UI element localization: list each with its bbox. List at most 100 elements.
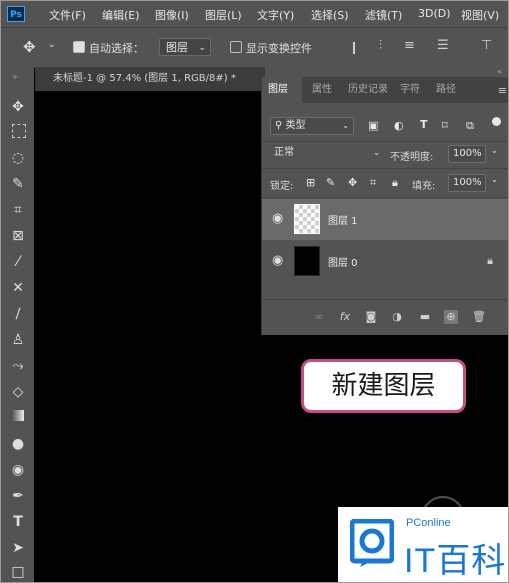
filter-kind-value: 类型 — [285, 120, 306, 131]
move-tool-icon[interactable]: ✥ — [10, 99, 26, 115]
filter-toggle-icon[interactable] — [492, 117, 501, 126]
tab-properties[interactable]: 属性 — [306, 77, 340, 103]
panel-menu-icon[interactable]: ≡ — [498, 84, 507, 97]
menu-type[interactable]: 文字(Y) — [257, 7, 294, 23]
auto-select-target-dropdown[interactable]: 图层 ⌄ — [159, 38, 211, 56]
dock-collapse-icon[interactable]: « — [497, 67, 502, 76]
pconline-logo-icon — [350, 519, 394, 567]
folder-icon[interactable]: ▬ — [418, 310, 432, 324]
tool-preset-chevron-icon[interactable]: ⌄ — [48, 40, 56, 50]
align-top-icon[interactable]: ☰ — [437, 38, 449, 53]
lock-icon: 🔒︎ — [487, 254, 493, 267]
brush-tool-icon[interactable]: ∕ — [10, 306, 26, 322]
layer-filter-row: ⚲ 类型 ⌄ ▣ ◐ T ⌑ ⧉ — [262, 111, 508, 142]
tab-paths[interactable]: 路径 — [430, 77, 466, 103]
layer-thumbnail — [294, 204, 320, 234]
toolbar-collapse-icon[interactable]: » — [7, 69, 23, 85]
menu-filter[interactable]: 滤镜(T) — [365, 7, 402, 23]
lock-all-icon[interactable]: 🔒︎ — [392, 176, 398, 190]
lock-position-icon[interactable]: ✥ — [348, 176, 357, 189]
layer-name[interactable]: 图层 1 — [328, 212, 358, 227]
healing-brush-tool-icon[interactable]: ✕ — [10, 280, 26, 296]
crop-tool-icon[interactable]: ⌗ — [10, 202, 26, 218]
menu-view[interactable]: 视图(V) — [461, 7, 499, 23]
fill-input[interactable]: 100% — [448, 174, 486, 192]
menu-3d[interactable]: 3D(D) — [418, 7, 451, 20]
align-left-icon[interactable] — [353, 42, 367, 54]
eye-icon[interactable]: ◉ — [272, 254, 286, 268]
photoshop-window: Ps 文件(F) 编辑(E) 图像(I) 图层(L) 文字(Y) 选择(S) 滤… — [0, 0, 509, 583]
move-tool-icon[interactable]: ✥ — [23, 38, 36, 56]
lock-image-icon[interactable]: ✎ — [326, 176, 335, 189]
layer-row[interactable]: ◉ 图层 0 🔒︎ — [262, 241, 508, 282]
trash-icon[interactable]: 🗑︎ — [472, 310, 486, 324]
menu-layer[interactable]: 图层(L) — [205, 7, 242, 23]
marquee-tool-icon[interactable] — [12, 124, 26, 138]
path-select-tool-icon[interactable]: ➤ — [10, 540, 26, 556]
align-vcenter-icon[interactable]: ⊤ — [481, 38, 492, 53]
filter-shape-icon[interactable]: ⌑ — [442, 119, 448, 132]
lock-artboard-icon[interactable]: ⌗ — [370, 176, 376, 190]
blend-mode-dropdown[interactable]: 正常 ⌄ — [270, 145, 382, 163]
options-bar: ✥ ⌄ 自动选择： 图层 ⌄ 显示变换控件 ⫶ ≡ ☰ ⊤ — [1, 27, 508, 68]
watermark-title: IT百科 — [404, 542, 507, 580]
history-brush-tool-icon[interactable]: ⤳ — [10, 358, 26, 374]
lock-transparency-icon[interactable]: ⊞ — [306, 176, 315, 189]
fx-icon[interactable]: fx — [338, 310, 352, 324]
photoshop-logo: Ps — [7, 6, 25, 22]
fill-label: 填充: — [412, 181, 436, 192]
checkbox-unchecked-icon — [230, 41, 242, 53]
align-center-icon[interactable]: ⫶ — [379, 38, 382, 53]
new-layer-icon[interactable]: ⊕ — [444, 310, 458, 324]
opacity-input[interactable]: 100% — [448, 145, 486, 163]
filter-kind-dropdown[interactable]: ⚲ 类型 ⌄ — [270, 117, 354, 135]
adjustment-icon[interactable]: ◑ — [390, 310, 404, 324]
type-tool-icon[interactable]: T — [10, 514, 26, 530]
blur-tool-icon[interactable]: ● — [10, 436, 26, 452]
tab-character[interactable]: 字符 — [394, 77, 430, 103]
auto-select-checkbox[interactable]: 自动选择： — [73, 40, 144, 56]
layer-name[interactable]: 图层 0 — [328, 254, 358, 269]
filter-smart-object-icon[interactable]: ⧉ — [466, 119, 474, 133]
document-tab-title: 未标题-1 @ 57.4% (图层 1, RGB/8#) * — [53, 73, 236, 84]
menu-file[interactable]: 文件(F) — [49, 7, 86, 23]
filter-adjustment-icon[interactable]: ◐ — [394, 119, 404, 132]
watermark-brand: PConline — [406, 517, 451, 529]
lock-fill-row: 锁定: ⊞ ✎ ✥ ⌗ 🔒︎ 填充: 100% ⌄ — [262, 169, 508, 198]
fill-value: 100% — [453, 177, 482, 188]
chevron-down-icon: ⌄ — [342, 121, 349, 130]
lasso-tool-icon[interactable]: ◌ — [10, 150, 26, 166]
opacity-chevron-icon[interactable]: ⌄ — [491, 146, 498, 155]
menu-edit[interactable]: 编辑(E) — [102, 7, 140, 23]
fill-chevron-icon[interactable]: ⌄ — [491, 175, 498, 184]
pconline-watermark: PConline IT百科 — [338, 507, 508, 582]
menu-select[interactable]: 选择(S) — [311, 7, 349, 23]
tab-history[interactable]: 历史记录 — [342, 77, 394, 103]
lock-label: 锁定: — [270, 181, 294, 192]
layer-row[interactable]: ◉ 图层 1 — [262, 199, 508, 240]
rectangle-tool-icon[interactable]: □ — [10, 564, 26, 580]
align-right-icon[interactable]: ≡ — [404, 38, 415, 53]
show-transform-checkbox[interactable]: 显示变换控件 — [230, 40, 312, 56]
chevron-down-icon: ⌄ — [198, 43, 206, 53]
clone-stamp-tool-icon[interactable]: ♙ — [10, 332, 26, 348]
eraser-tool-icon[interactable]: ◇ — [10, 384, 26, 400]
eyedropper-tool-icon[interactable]: ⁄ — [10, 254, 26, 270]
mask-icon[interactable]: ◙ — [364, 310, 378, 324]
blend-opacity-row: 正常 ⌄ 不透明度: 100% ⌄ — [262, 142, 508, 169]
dodge-tool-icon[interactable]: ◉ — [10, 462, 26, 478]
document-tab[interactable]: 未标题-1 @ 57.4% (图层 1, RGB/8#) * — [35, 67, 265, 91]
menu-image[interactable]: 图像(I) — [155, 7, 189, 23]
gradient-tool-icon[interactable] — [11, 410, 24, 421]
new-layer-callout: 新建图层 — [301, 359, 466, 413]
quick-select-tool-icon[interactable]: ✎ — [10, 176, 26, 192]
opacity-label: 不透明度: — [390, 152, 434, 163]
frame-tool-icon[interactable]: ⊠ — [10, 228, 26, 244]
pen-tool-icon[interactable]: ✒ — [10, 488, 26, 504]
filter-type-icon[interactable]: T — [420, 118, 428, 131]
tab-layers[interactable]: 图层 — [262, 77, 302, 103]
menu-bar: Ps 文件(F) 编辑(E) 图像(I) 图层(L) 文字(Y) 选择(S) 滤… — [1, 1, 508, 27]
link-icon[interactable]: ∞ — [312, 310, 326, 324]
filter-pixel-icon[interactable]: ▣ — [368, 119, 378, 132]
eye-icon[interactable]: ◉ — [272, 212, 286, 226]
